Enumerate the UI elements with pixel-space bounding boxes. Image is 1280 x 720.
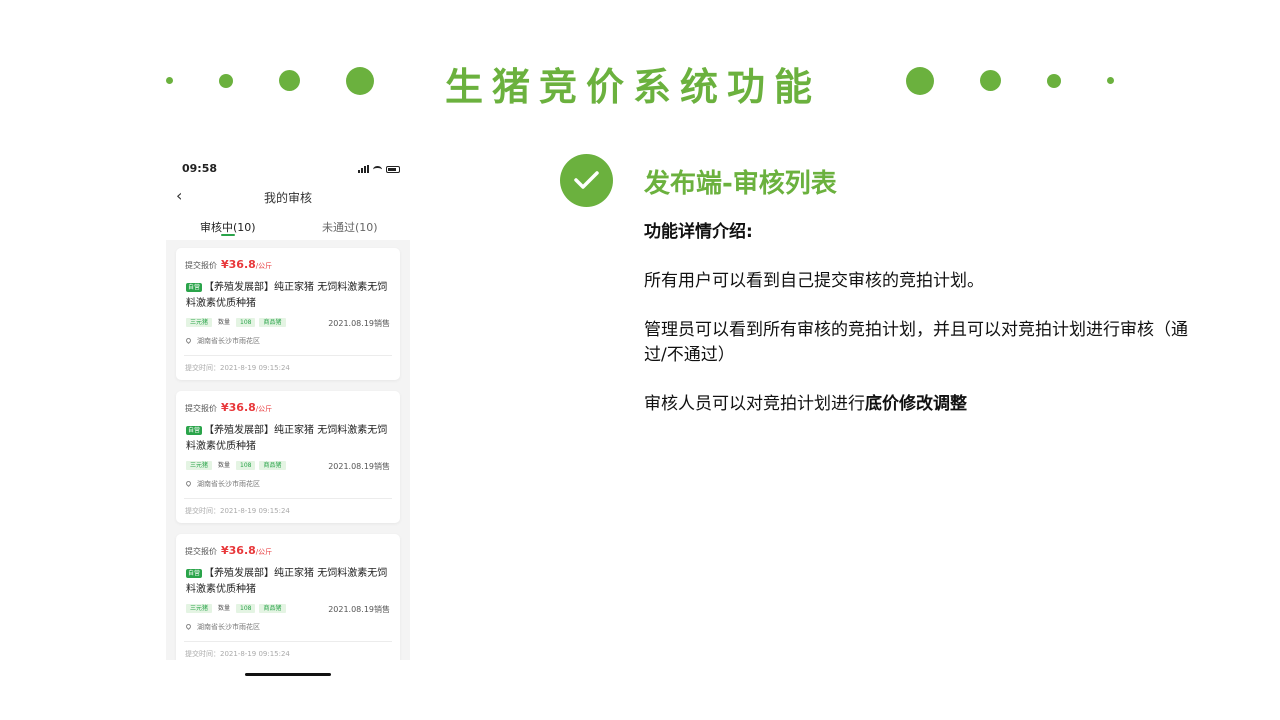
tag: 商品猪 xyxy=(259,318,286,327)
detail-paragraph-3-text: 审核人员可以对竞拍计划进行 xyxy=(644,394,865,414)
tag: 108 xyxy=(236,461,256,470)
decor-dot xyxy=(906,67,934,95)
detail-paragraph-1: 所有用户可以看到自己提交审核的竞拍计划。 xyxy=(644,271,984,291)
tag: 三元猪 xyxy=(186,604,213,613)
title-row: 生猪竞价系统功能 xyxy=(0,0,1280,160)
decor-dot xyxy=(166,77,173,84)
self-run-badge: 自营 xyxy=(186,283,203,292)
tag: 商品猪 xyxy=(259,461,286,470)
phone-header: 09:58 ‹ 我的审核 审核中(10) 未通过(10) xyxy=(166,152,410,240)
location-text: 湖南省长沙市雨花区 xyxy=(197,480,260,488)
feature-detail: 功能详情介绍: 所有用户可以看到自己提交审核的竞拍计划。 管理员可以看到所有审核… xyxy=(644,220,1204,417)
self-run-badge: 自营 xyxy=(186,426,203,435)
price-row: 提交报价 ¥36.8/公斤 xyxy=(185,401,272,414)
decor-dot xyxy=(980,70,1001,91)
phone-screenshot: 09:58 ‹ 我的审核 审核中(10) 未通过(10) 提交报价 ¥36.8/公… xyxy=(166,152,410,660)
location-text: 湖南省长沙市雨花区 xyxy=(197,623,260,631)
signal-icon xyxy=(358,165,369,173)
decor-dot xyxy=(1047,74,1061,88)
price-label: 提交报价 xyxy=(185,547,217,556)
submit-time: 提交时间：2021-8-19 09:15:24 xyxy=(185,507,290,515)
location-pin-icon xyxy=(184,479,193,488)
location-pin-icon xyxy=(184,336,193,345)
tag: 108 xyxy=(236,604,256,613)
card-title-text: 【养殖发展部】纯正家猪 无饲料激素无饲料激素优质种猪 xyxy=(186,425,388,452)
nav-title: 我的审核 xyxy=(263,191,312,205)
tab-rejected[interactable]: 未通过(10) xyxy=(322,219,378,235)
location-pin-icon xyxy=(184,622,193,631)
list-item[interactable]: 提交报价 ¥36.8/公斤 自营 【养殖发展部】纯正家猪 无饲料激素无饲料激素优质种… xyxy=(176,534,400,660)
price: ¥36.8 xyxy=(221,544,256,557)
tag: 三元猪 xyxy=(186,461,213,470)
tag: 商品猪 xyxy=(259,604,286,613)
tab-reviewing[interactable]: 审核中(10) xyxy=(200,219,256,235)
list-item[interactable]: 提交报价 ¥36.8/公斤 自营 【养殖发展部】纯正家猪 无饲料激素无饲料激素优质种… xyxy=(176,391,400,523)
self-run-badge: 自营 xyxy=(186,569,203,578)
section-title: 发布端-审核列表 xyxy=(644,169,837,199)
location: 湖南省长沙市雨花区 xyxy=(184,622,260,632)
decor-dot xyxy=(279,70,300,91)
status-time: 09:58 xyxy=(182,162,218,175)
location: 湖南省长沙市雨花区 xyxy=(184,479,260,489)
slide-title: 生猪竞价系统功能 xyxy=(445,65,822,109)
card-title-text: 【养殖发展部】纯正家猪 无饲料激素无饲料激素优质种猪 xyxy=(186,282,388,309)
tag-row: 三元猪 数量 108 商品猪 xyxy=(186,604,286,613)
decor-dot xyxy=(1107,77,1114,84)
card-title: 自营 【养殖发展部】纯正家猪 无饲料激素无饲料激素优质种猪 xyxy=(186,280,396,312)
decor-dot xyxy=(219,74,233,88)
check-icon xyxy=(560,154,613,207)
home-indicator xyxy=(245,673,331,676)
sale-date: 2021.08.19销售 xyxy=(328,605,390,614)
tag: 三元猪 xyxy=(186,318,213,327)
battery-icon xyxy=(386,166,400,173)
submit-time: 提交时间：2021-8-19 09:15:24 xyxy=(185,650,290,658)
sale-date: 2021.08.19销售 xyxy=(328,462,390,471)
wifi-icon xyxy=(373,166,382,173)
price: ¥36.8 xyxy=(221,258,256,271)
price-label: 提交报价 xyxy=(185,261,217,270)
tag-label: 数量 xyxy=(218,319,231,326)
price-row: 提交报价 ¥36.8/公斤 xyxy=(185,544,272,557)
card-title-text: 【养殖发展部】纯正家猪 无饲料激素无饲料激素优质种猪 xyxy=(186,568,388,595)
price: ¥36.8 xyxy=(221,401,256,414)
detail-paragraph-2: 管理员可以看到所有审核的竞拍计划，并且可以对竞拍计划进行审核（通过/不通过） xyxy=(644,320,1188,365)
status-icons xyxy=(358,163,400,173)
submit-time: 提交时间：2021-8-19 09:15:24 xyxy=(185,364,290,372)
tag-row: 三元猪 数量 108 商品猪 xyxy=(186,461,286,470)
card-title: 自营 【养殖发展部】纯正家猪 无饲料激素无饲料激素优质种猪 xyxy=(186,423,396,455)
detail-paragraph-3-emphasis: 底价修改调整 xyxy=(865,394,967,414)
list-item[interactable]: 提交报价 ¥36.8/公斤 自营 【养殖发展部】纯正家猪 无饲料激素无饲料激素优质种… xyxy=(176,248,400,380)
divider xyxy=(184,355,392,356)
tag: 108 xyxy=(236,318,256,327)
price-unit: /公斤 xyxy=(255,405,273,413)
divider xyxy=(184,641,392,642)
tag-label: 数量 xyxy=(218,462,231,469)
divider xyxy=(184,498,392,499)
tab-active-indicator xyxy=(221,234,235,236)
price-label: 提交报价 xyxy=(185,404,217,413)
decor-dot xyxy=(346,67,374,95)
tag-label: 数量 xyxy=(218,605,231,612)
price-row: 提交报价 ¥36.8/公斤 xyxy=(185,258,272,271)
location: 湖南省长沙市雨花区 xyxy=(184,336,260,346)
price-unit: /公斤 xyxy=(255,548,273,556)
price-unit: /公斤 xyxy=(255,262,273,270)
tag-row: 三元猪 数量 108 商品猪 xyxy=(186,318,286,327)
sale-date: 2021.08.19销售 xyxy=(328,319,390,328)
detail-heading: 功能详情介绍: xyxy=(644,222,753,242)
card-title: 自营 【养殖发展部】纯正家猪 无饲料激素无饲料激素优质种猪 xyxy=(186,566,396,598)
detail-paragraph-3: 审核人员可以对竞拍计划进行底价修改调整 xyxy=(644,392,1204,417)
location-text: 湖南省长沙市雨花区 xyxy=(197,337,260,345)
